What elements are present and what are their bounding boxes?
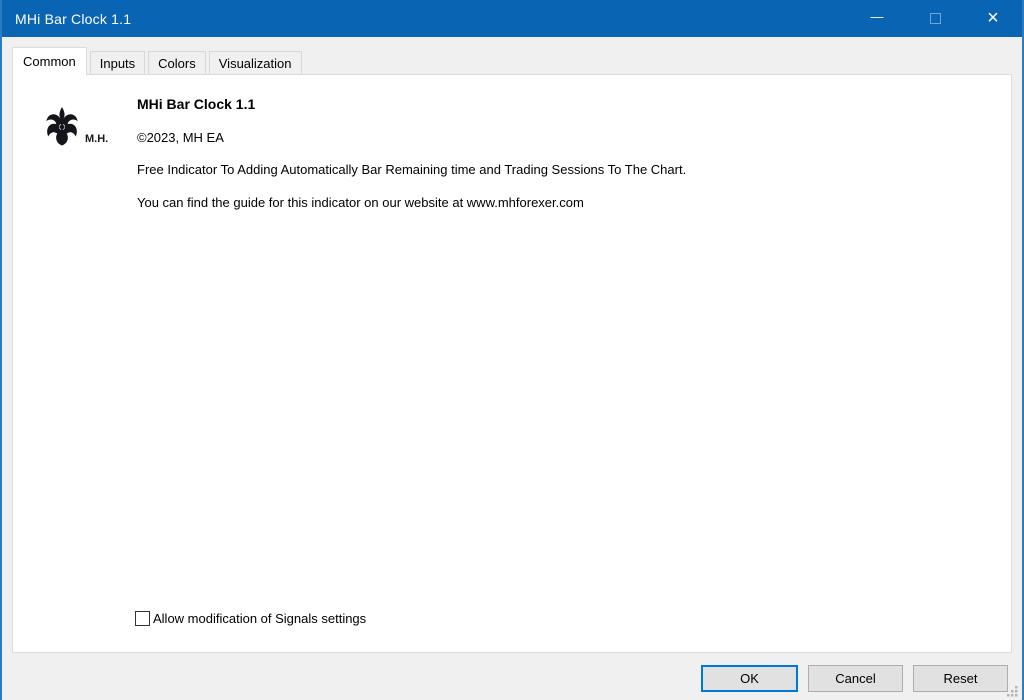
reset-button[interactable]: Reset <box>913 665 1008 692</box>
signals-checkbox-label[interactable]: Allow modification of Signals settings <box>153 611 366 626</box>
tab-colors[interactable]: Colors <box>148 51 206 74</box>
maximize-button <box>906 0 964 37</box>
common-tab-panel: M.H. MHi Bar Clock 1.1 ©2023, MH EA Free… <box>12 74 1012 653</box>
minimize-icon: — <box>871 10 884 23</box>
website-line: You can find the guide for this indicato… <box>137 195 584 210</box>
phoenix-logo-icon <box>43 105 81 147</box>
dialog-window: MHi Bar Clock 1.1 — × Common Inputs Colo… <box>0 0 1024 700</box>
description-line: Free Indicator To Adding Automatically B… <box>137 162 686 177</box>
tab-common[interactable]: Common <box>12 47 87 75</box>
signals-checkbox[interactable] <box>135 611 150 626</box>
signals-settings-row[interactable]: Allow modification of Signals settings <box>135 611 366 626</box>
window-title: MHi Bar Clock 1.1 <box>2 11 848 27</box>
ok-button[interactable]: OK <box>701 665 798 692</box>
indicator-title: MHi Bar Clock 1.1 <box>137 96 255 112</box>
tab-visualization[interactable]: Visualization <box>209 51 302 74</box>
cancel-button[interactable]: Cancel <box>808 665 903 692</box>
minimize-button[interactable]: — <box>848 0 906 37</box>
titlebar[interactable]: MHi Bar Clock 1.1 — × <box>2 0 1022 37</box>
close-button[interactable]: × <box>964 0 1022 37</box>
tab-inputs[interactable]: Inputs <box>90 51 145 74</box>
tab-strip: Common Inputs Colors Visualization <box>12 47 305 74</box>
footer-button-row: OK Cancel Reset <box>701 665 1008 692</box>
logo-caption: M.H. <box>85 133 108 145</box>
copyright-line: ©2023, MH EA <box>137 130 224 145</box>
maximize-icon <box>930 13 941 24</box>
caption-buttons: — × <box>848 0 1022 37</box>
close-icon: × <box>987 8 999 28</box>
